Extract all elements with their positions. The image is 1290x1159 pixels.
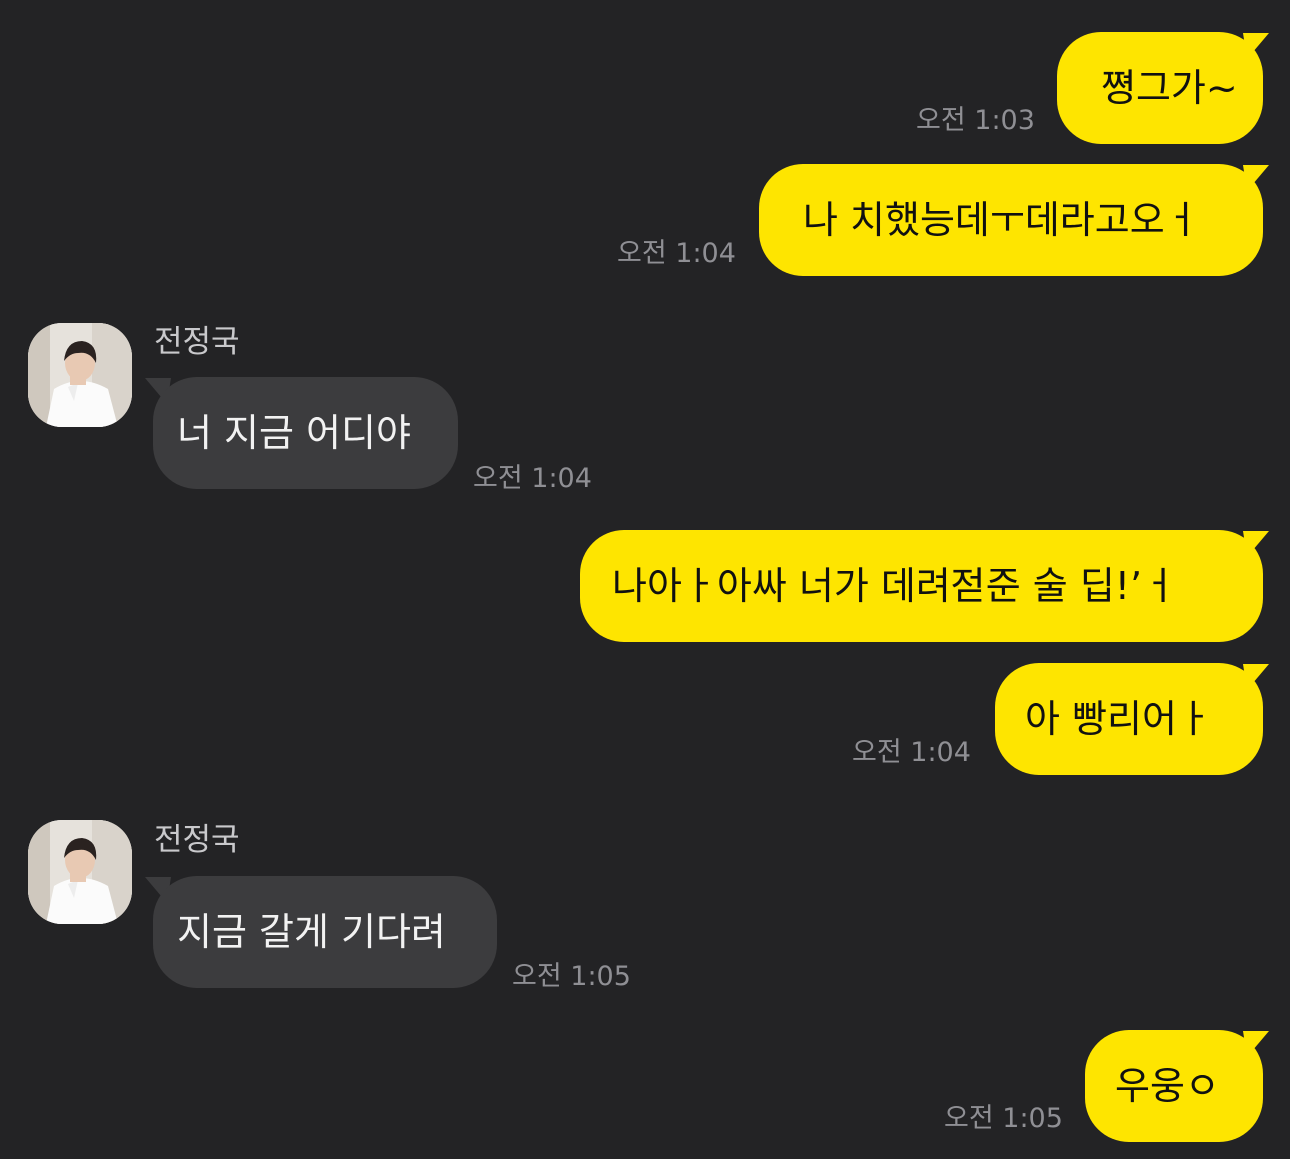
- message-timestamp: 오전 1:05: [512, 961, 631, 992]
- profile-avatar[interactable]: [28, 820, 132, 924]
- message-timestamp: 오전 1:04: [852, 737, 971, 768]
- message-bubble-sent[interactable]: 쪙그가~: [1057, 32, 1263, 144]
- profile-photo-icon: [28, 820, 132, 924]
- message-bubble-received[interactable]: 지금 갈게 기다려: [153, 876, 497, 988]
- message-timestamp: 오전 1:03: [916, 105, 1035, 136]
- message-timestamp: 오전 1:04: [617, 238, 736, 269]
- message-bubble-received[interactable]: 너 지금 어디야: [153, 377, 458, 489]
- profile-photo-icon: [28, 323, 132, 427]
- message-bubble-sent[interactable]: 우웅ㅇ: [1085, 1030, 1263, 1142]
- profile-avatar[interactable]: [28, 323, 132, 427]
- message-timestamp: 오전 1:04: [473, 463, 592, 494]
- message-timestamp: 오전 1:05: [944, 1103, 1063, 1134]
- sender-name: 전정국: [154, 822, 240, 858]
- message-bubble-sent[interactable]: 아 빵리어ㅏ: [995, 663, 1263, 775]
- message-bubble-sent[interactable]: 나 치했능데ㅜ데라고오ㅓ: [759, 164, 1263, 276]
- sender-name: 전정국: [154, 324, 240, 360]
- message-bubble-sent[interactable]: 나아ㅏ아싸 너가 데려젇준 술 딥!’ㅓ: [580, 530, 1263, 642]
